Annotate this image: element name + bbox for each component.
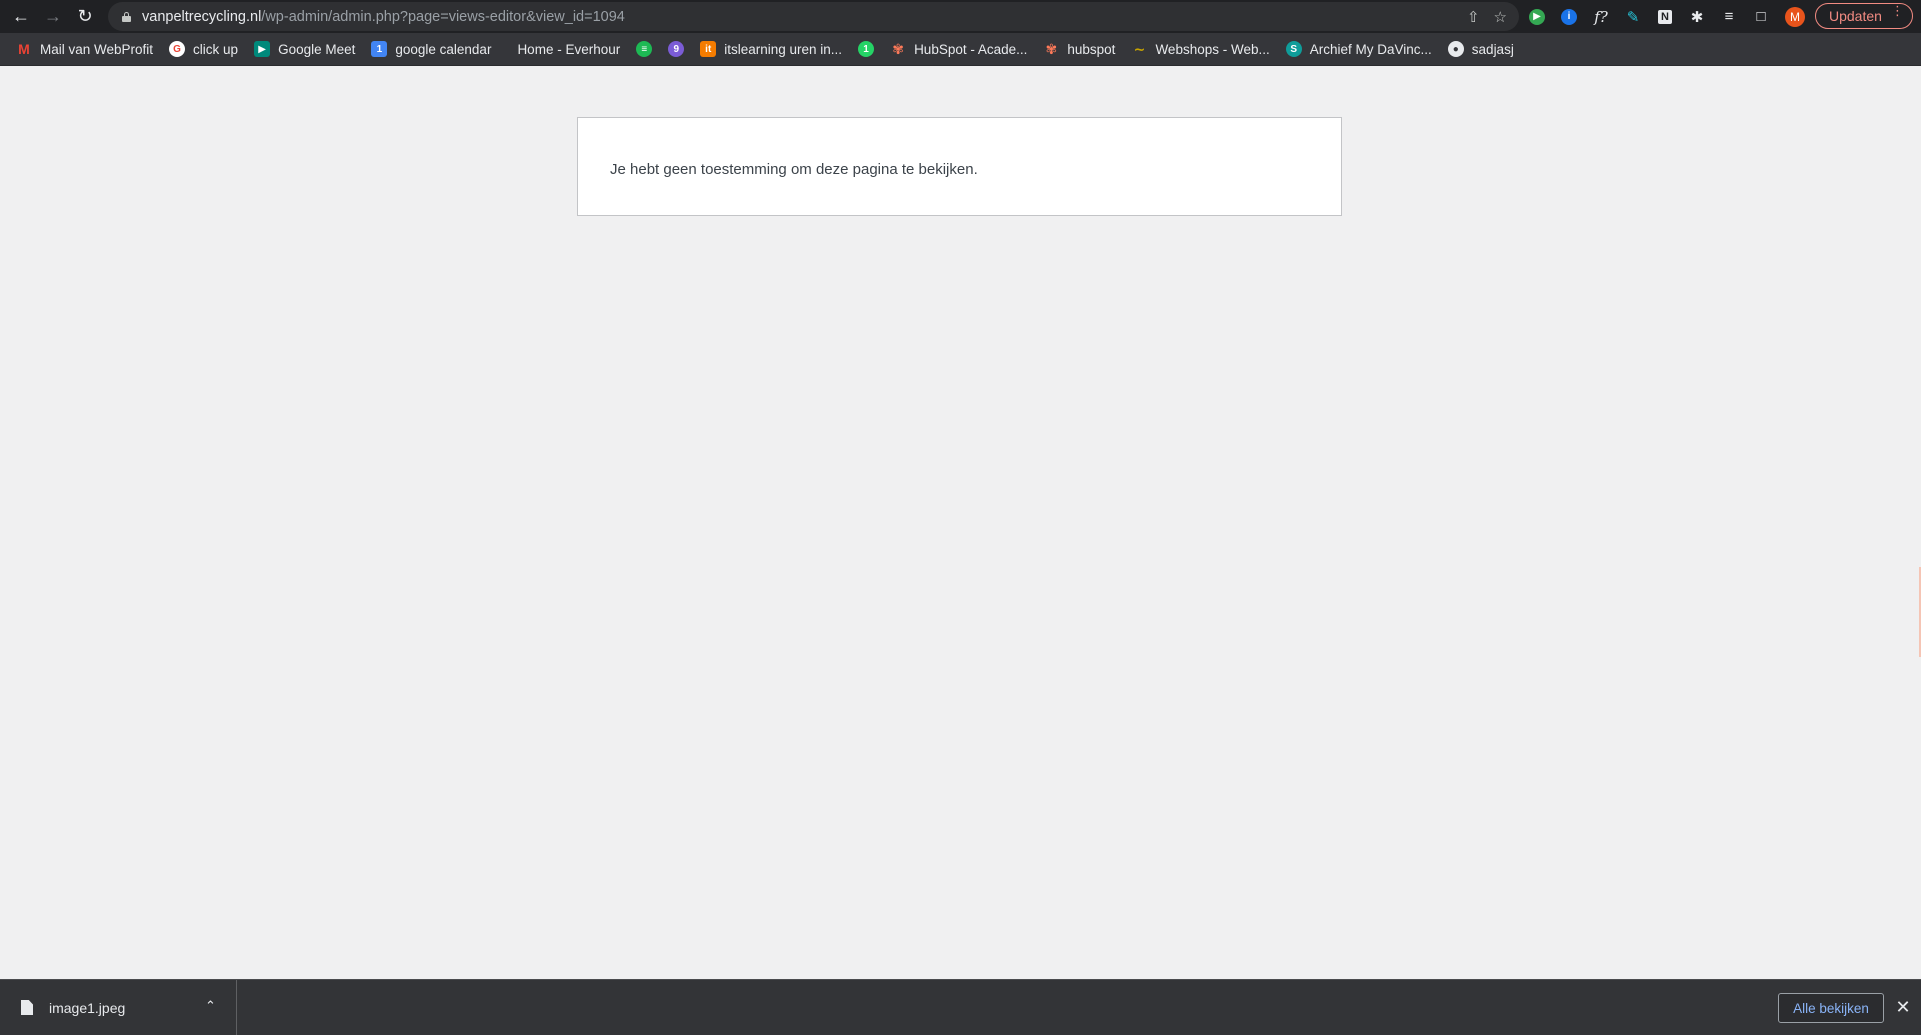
update-button[interactable]: Updaten ⋮ (1815, 3, 1913, 29)
share-icon[interactable]: ⇧ (1467, 8, 1480, 26)
bookmarks-bar: M Mail van WebProfit Gclick up ▶ Google Me… (0, 33, 1921, 66)
hubspot-icon: ✾ (1045, 40, 1058, 57)
download-shelf: image1.jpeg ⌃ Alle bekijken ✕ (0, 979, 1921, 1035)
avatar[interactable]: M (1785, 6, 1805, 27)
bookmark-item[interactable]: ● sadjasj (1442, 36, 1520, 62)
page-content: Je hebt geen toestemming om deze pagina … (0, 67, 1921, 979)
extensions-area: ▶ i f? ✎ N ✱ ≡ □ M (1525, 0, 1805, 33)
bookmark-label: Mail van WebProfit (40, 41, 154, 57)
reading-list-icon[interactable]: ≡ (1717, 5, 1741, 29)
pen-icon[interactable]: ✎ (1621, 5, 1645, 29)
close-icon[interactable]: ✕ (1893, 995, 1913, 1019)
permission-error-message: Je hebt geen toestemming om deze pagina … (610, 161, 978, 178)
bookmark-item[interactable]: Gclick up (163, 36, 244, 62)
bookmark-item[interactable]: it itslearning uren in... (694, 36, 848, 62)
bookmark-label: click up (193, 41, 239, 57)
puzzle-icon[interactable]: ✱ (1685, 5, 1709, 29)
calendar-icon: 1 (371, 41, 388, 57)
download-item[interactable]: image1.jpeg ⌃ (0, 980, 237, 1035)
meet-icon: ▶ (254, 41, 271, 57)
bookmark-label: itslearning uren in... (724, 41, 843, 57)
spotify-icon: ≡ (636, 41, 653, 57)
more-menu-icon: ⋮ (1891, 3, 1904, 18)
bookmark-label: Home - Everhour (517, 41, 621, 57)
bookmark-item[interactable]: M Mail van WebProfit (10, 36, 159, 62)
notion-icon[interactable]: N (1653, 5, 1677, 29)
bookmark-item[interactable]: 1 google calendar (365, 36, 497, 62)
itslearning-icon: it (700, 41, 717, 57)
davinci-icon: S (1285, 41, 1302, 57)
hubspot-icon: ✾ (892, 40, 904, 57)
lock-icon[interactable] (122, 11, 131, 22)
bookmark-label: Webshops - Web... (1155, 41, 1270, 57)
bookmark-item[interactable]: S Archief My DaVinc... (1280, 36, 1438, 62)
side-panel-icon[interactable]: □ (1749, 5, 1773, 29)
bookmark-star-icon[interactable]: ☆ (1494, 8, 1507, 26)
google-icon: G (169, 41, 186, 57)
chart-icon: ∼ (1133, 40, 1146, 57)
file-icon (21, 1000, 33, 1015)
bookmark-item[interactable]: 1 (852, 36, 880, 62)
bookmark-item[interactable]: ✾ hubspot (1037, 36, 1121, 62)
bookmark-label: HubSpot - Acade... (914, 41, 1028, 57)
reload-icon[interactable]: ↻ (69, 3, 101, 31)
play-icon[interactable]: ▶ (1525, 5, 1549, 29)
gmail-icon: M (18, 41, 30, 57)
error-message-box: Je hebt geen toestemming om deze pagina … (577, 117, 1342, 216)
app-icon: 9 (668, 41, 685, 57)
url-path: /wp-admin/admin.php?page=views-editor&vi… (261, 8, 625, 25)
bookmark-label: Google Meet (278, 41, 356, 57)
bookmark-item[interactable]: ✾ HubSpot - Acade... (884, 36, 1033, 62)
bookmark-label: hubspot (1067, 41, 1116, 57)
bookmark-item[interactable]: Home - Everhour (511, 36, 626, 62)
bookmark-label: google calendar (395, 41, 492, 57)
info-icon[interactable]: i (1557, 5, 1581, 29)
whatsapp-icon: 1 (858, 41, 875, 57)
address-bar[interactable]: vanpeltrecycling.nl/wp-admin/admin.php?p… (108, 2, 1519, 31)
bookmark-item[interactable]: ▶ Google Meet (248, 36, 361, 62)
bookmark-label: sadjasj (1471, 41, 1514, 57)
bookmark-item[interactable]: 9 (662, 36, 690, 62)
browser-toolbar: ← → ↻ vanpeltrecycling.nl/wp-admin/admin… (0, 0, 1921, 33)
globe-icon: ● (1447, 41, 1464, 57)
bookmark-item[interactable]: ≡ (630, 36, 658, 62)
chevron-up-icon[interactable]: ⌃ (205, 998, 216, 1014)
url-host: vanpeltrecycling.nl (142, 8, 262, 25)
bookmark-item[interactable]: ∼ Webshops - Web... (1125, 36, 1275, 62)
back-icon[interactable]: ← (5, 3, 37, 31)
forward-icon[interactable]: → (37, 3, 69, 31)
update-label: Updaten (1829, 8, 1882, 24)
show-all-downloads-button[interactable]: Alle bekijken (1778, 993, 1884, 1023)
download-file-name: image1.jpeg (49, 999, 126, 1016)
bookmark-label: Archief My DaVinc... (1309, 41, 1432, 57)
function-icon[interactable]: f? (1589, 5, 1613, 29)
